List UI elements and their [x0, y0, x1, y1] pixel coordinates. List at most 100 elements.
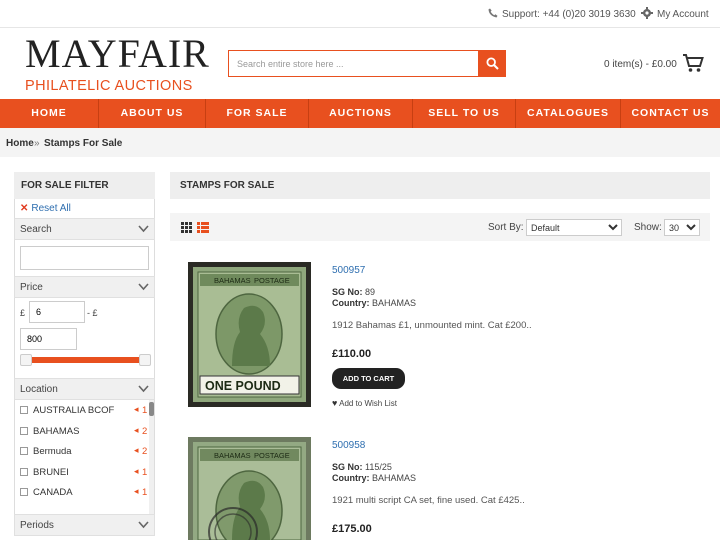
country-value: BAHAMAS [372, 298, 417, 308]
product-sku-link[interactable]: 500958 [332, 440, 365, 451]
listing-toolbar: Sort By: Default Show: 30 [170, 213, 710, 241]
sort-by-label: Sort By: [488, 222, 524, 233]
location-count: 1 [142, 487, 148, 498]
price-min-input[interactable] [29, 301, 85, 323]
chevron-down-icon [138, 521, 149, 529]
logo-tagline: PHILATELIC AUCTIONS [25, 78, 193, 94]
location-name: CANADA [33, 487, 73, 498]
caret-left-icon: ◂ [134, 486, 139, 496]
reset-all-label: Reset All [31, 203, 71, 214]
filter-section-price[interactable]: Price [14, 276, 155, 298]
product-sku-link[interactable]: 500957 [332, 265, 365, 276]
add-to-wishlist-link[interactable]: ♥ Add to Wish List [332, 398, 397, 408]
location-checkbox[interactable] [20, 406, 28, 414]
site-logo[interactable]: MAYFAIR PHILATELIC AUCTIONS [25, 34, 209, 96]
country-label: Country: [332, 298, 370, 308]
location-checkbox[interactable] [20, 447, 28, 455]
search-bar [228, 50, 506, 77]
cart-summary-text: 0 item(s) - £0.00 [604, 59, 677, 70]
shopping-cart-icon [683, 54, 704, 72]
top-bar: Support: +44 (0)20 3019 3630 My Account [0, 0, 720, 28]
main-nav: HOME ABOUT US FOR SALE AUCTIONS SELL TO … [0, 99, 720, 128]
nav-contact-us[interactable]: CONTACT US [621, 99, 720, 128]
location-option[interactable]: BRUNEI ◂ 1 [20, 466, 148, 482]
for-sale-filter: FOR SALE FILTER ✕ Reset All Search Price … [14, 172, 155, 540]
filter-section-search[interactable]: Search [14, 218, 155, 240]
nav-home[interactable]: HOME [0, 99, 99, 128]
my-account-label: My Account [657, 9, 709, 20]
grid-view-icon[interactable] [181, 222, 192, 233]
price-slider-max-handle[interactable] [139, 354, 151, 366]
product-price: £110.00 [332, 348, 372, 360]
sg-value: 115/25 [365, 462, 392, 472]
price-range-dash: - £ [87, 308, 98, 318]
wishlist-label: Add to Wish List [339, 399, 397, 408]
nav-auctions[interactable]: AUCTIONS [309, 99, 413, 128]
stamp-image[interactable]: BAHAMAS POSTAGE [188, 437, 311, 540]
my-account-link[interactable]: My Account [641, 7, 709, 20]
product-item: BAHAMAS POSTAGE ONE POUND 500957 SG No: … [188, 262, 708, 412]
filter-section-location[interactable]: Location [14, 378, 155, 400]
support-text: Support: +44 (0)20 3019 3630 [502, 9, 636, 20]
location-section-label: Location [20, 384, 58, 395]
show-count-select[interactable]: 30 [664, 219, 700, 236]
caret-left-icon: ◂ [134, 424, 139, 435]
filter-title: FOR SALE FILTER [14, 172, 155, 199]
location-option[interactable]: CANADA ◂ 1 [20, 486, 148, 502]
location-count: 2 [142, 425, 148, 437]
add-to-cart-button[interactable]: ADD TO CART [332, 368, 405, 389]
periods-section-label: Periods [20, 520, 54, 531]
product-sg-number: SG No: 115/25 [332, 462, 392, 472]
nav-for-sale[interactable]: FOR SALE [206, 99, 309, 128]
phone-icon [488, 8, 498, 18]
location-checkbox[interactable] [20, 467, 28, 476]
caret-left-icon: ◂ [134, 404, 139, 414]
location-count: 1 [142, 405, 148, 416]
close-icon: ✕ [20, 203, 29, 214]
location-scrollbar-thumb[interactable] [149, 402, 154, 416]
search-button[interactable] [478, 50, 506, 77]
sort-by-select[interactable]: Default [526, 219, 622, 236]
country-value: BAHAMAS [372, 473, 417, 483]
sg-value: 89 [365, 287, 376, 297]
location-name: AUSTRALIA BCOF [33, 405, 115, 416]
list-view-icon[interactable] [197, 222, 209, 233]
sg-label: SG No: [332, 287, 363, 297]
search-section-label: Search [20, 224, 52, 235]
page-title: STAMPS FOR SALE [170, 172, 710, 199]
show-label: Show: [634, 222, 662, 233]
filter-section-periods[interactable]: Periods [14, 514, 155, 536]
stamp-top-text-2: POSTAGE [254, 451, 290, 460]
nav-catalogues[interactable]: CATALOGUES [516, 99, 621, 128]
location-option[interactable]: Bermuda ◂ 2 [20, 445, 147, 461]
product-sg-number: SG No: 89 [332, 287, 375, 297]
heart-icon: ♥ [332, 398, 338, 408]
reset-all-link[interactable]: ✕ Reset All [14, 199, 155, 218]
price-max-input[interactable] [20, 328, 77, 350]
location-checkbox[interactable] [20, 426, 28, 435]
breadcrumb: Home » Stamps For Sale [0, 128, 720, 157]
filter-search-input[interactable] [20, 246, 149, 270]
nav-sell-to-us[interactable]: SELL TO US [413, 99, 516, 128]
support-phone[interactable]: Support: +44 (0)20 3019 3630 [488, 8, 636, 20]
nav-about-us[interactable]: ABOUT US [99, 99, 206, 128]
product-item: BAHAMAS POSTAGE 500958 SG No: 115/25 Cou… [188, 437, 708, 540]
sg-label: SG No: [332, 462, 363, 472]
stamp-image[interactable]: BAHAMAS POSTAGE ONE POUND [188, 262, 311, 407]
location-name: BAHAMAS [33, 425, 80, 437]
product-price: £175.00 [332, 523, 372, 535]
currency-symbol: £ [20, 308, 26, 318]
price-section-label: Price [20, 282, 43, 293]
price-slider-min-handle[interactable] [20, 354, 32, 366]
breadcrumb-current: Stamps For Sale [44, 138, 123, 149]
location-option[interactable]: BAHAMAS ◂ 2 [20, 424, 148, 441]
price-slider-track[interactable] [26, 357, 150, 363]
search-input[interactable] [228, 50, 478, 77]
location-scrollbar[interactable] [149, 400, 154, 514]
location-checkbox[interactable] [20, 488, 28, 496]
country-label: Country: [332, 473, 370, 483]
location-count: 1 [142, 466, 148, 478]
location-name: BRUNEI [33, 466, 69, 478]
location-option[interactable]: AUSTRALIA BCOF ◂ 1 [20, 404, 148, 420]
breadcrumb-home[interactable]: Home [6, 138, 34, 149]
